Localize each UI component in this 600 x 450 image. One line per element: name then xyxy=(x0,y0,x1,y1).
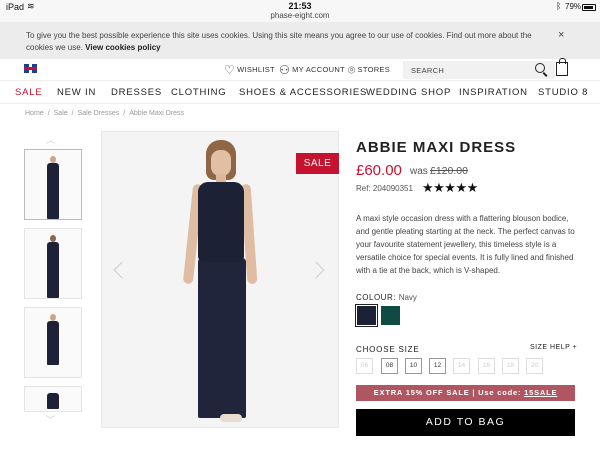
thumbnail-1[interactable] xyxy=(24,149,82,220)
colour-swatch-green[interactable] xyxy=(381,306,400,325)
stores-label: STORES xyxy=(357,65,391,74)
cookie-policy-link[interactable]: View cookies policy xyxy=(85,43,160,52)
size-option-12[interactable]: 12 xyxy=(429,358,446,374)
breadcrumb-sale[interactable]: Sale xyxy=(54,110,68,117)
thumbnail-3[interactable] xyxy=(24,307,82,378)
thumbnails-down-icon[interactable]: ﹀ xyxy=(46,413,55,426)
address-bar-url[interactable]: phase-eight.com xyxy=(0,11,600,20)
uk-flag-icon[interactable] xyxy=(24,64,37,73)
wishlist-link[interactable]: ♡ WISHLIST xyxy=(224,63,275,77)
my-account-link[interactable]: ⚇ MY ACCOUNT xyxy=(279,63,345,77)
thumbnail-image xyxy=(46,314,60,365)
model-photo xyxy=(182,140,264,427)
stores-link[interactable]: ⌾ STORES xyxy=(348,63,390,78)
next-image-icon[interactable] xyxy=(307,261,325,279)
nav-item-sale[interactable]: SALE xyxy=(15,87,43,98)
sale-price: £60.00 xyxy=(356,162,402,179)
cookie-banner: To give you the best possible experience… xyxy=(0,22,600,59)
size-option-08[interactable]: 08 xyxy=(381,358,398,374)
size-option-16: 16 xyxy=(478,358,495,374)
cookie-message: To give you the best possible experience… xyxy=(26,30,546,54)
product-title: ABBIE MAXI DRESS xyxy=(356,139,517,156)
thumbnail-image xyxy=(46,156,60,219)
promo-text: EXTRA 15% OFF SALE | Use code: xyxy=(373,388,525,397)
nav-item-new-in[interactable]: NEW IN xyxy=(57,87,96,98)
main-nav: SALE NEW IN DRESSES CLOTHING SHOES & ACC… xyxy=(0,82,600,104)
selected-colour-name: Navy xyxy=(398,293,417,302)
nav-item-clothing[interactable]: CLOTHING xyxy=(171,87,227,98)
nav-item-wedding-shop[interactable]: WEDDING SHOP xyxy=(366,87,451,98)
rating-stars-icon[interactable]: ★★★★★ xyxy=(422,180,478,196)
ios-status-bar: iPad ≋ 21:53 phase-eight.com ᛒ 79% xyxy=(0,0,600,22)
size-option-18: 18 xyxy=(502,358,519,374)
my-account-label: MY ACCOUNT xyxy=(292,65,345,74)
sale-badge: SALE xyxy=(296,153,339,174)
user-icon: ⚇ xyxy=(279,63,291,77)
thumbnail-image xyxy=(46,235,60,298)
size-option-06: 06 xyxy=(356,358,373,374)
battery-icon xyxy=(582,4,596,11)
product-description: A maxi style occasion dress with a flatt… xyxy=(356,214,575,275)
previous-image-icon[interactable] xyxy=(113,261,131,279)
was-label: was xyxy=(410,166,428,177)
thumbnail-2[interactable] xyxy=(24,228,82,299)
size-help-link[interactable]: SIZE HELP + xyxy=(530,344,577,351)
breadcrumb-sale-dresses[interactable]: Sale Dresses xyxy=(78,110,120,117)
utility-bar: ♡ WISHLIST ⚇ MY ACCOUNT ⌾ STORES SEARCH xyxy=(0,58,600,81)
rating-stars-text: ★★★★★ xyxy=(422,180,478,195)
size-option-10[interactable]: 10 xyxy=(405,358,422,374)
breadcrumb-current: Abbie Maxi Dress xyxy=(129,110,185,117)
nav-item-inspiration[interactable]: INSPIRATION xyxy=(459,87,528,98)
thumbnails-up-icon[interactable]: ︿ xyxy=(46,133,55,146)
battery-percentage: 79% xyxy=(565,2,582,11)
bluetooth-icon: ᛒ xyxy=(556,1,562,11)
add-to-bag-button[interactable]: ADD TO BAG xyxy=(356,409,575,436)
breadcrumb-home[interactable]: Home xyxy=(25,110,44,117)
product-main-image[interactable] xyxy=(101,131,339,428)
size-option-14: 14 xyxy=(453,358,470,374)
plus-icon: + xyxy=(572,344,578,351)
promo-banner: EXTRA 15% OFF SALE | Use code: 15SALE xyxy=(356,385,575,401)
colour-swatch-navy[interactable] xyxy=(355,304,378,327)
close-icon[interactable]: × xyxy=(558,29,564,41)
heart-icon: ♡ xyxy=(224,63,236,77)
size-help-label: SIZE HELP xyxy=(530,344,571,351)
breadcrumb: Home / Sale / Sale Dresses / Abbie Maxi Dress xyxy=(25,110,185,117)
nav-item-studio-8[interactable]: STUDIO 8 xyxy=(538,87,588,98)
colour-label-text: COLOUR: xyxy=(356,293,396,302)
search-icon[interactable] xyxy=(535,63,545,73)
choose-size-label: CHOOSE SIZE xyxy=(356,345,420,354)
colour-label: COLOUR: Navy xyxy=(356,293,417,302)
nav-item-dresses[interactable]: DRESSES xyxy=(111,87,162,98)
thumbnail-4[interactable] xyxy=(24,386,82,412)
thumbnail-image xyxy=(46,393,60,409)
search-placeholder: SEARCH xyxy=(411,66,445,75)
nav-item-shoes-accessories[interactable]: SHOES & ACCESSORIES xyxy=(239,87,367,98)
clock: 21:53 xyxy=(288,1,312,11)
search-input[interactable]: SEARCH xyxy=(403,61,555,79)
wishlist-label: WISHLIST xyxy=(237,65,275,74)
size-option-20: 20 xyxy=(526,358,543,374)
promo-code: 15SALE xyxy=(524,388,558,397)
original-price: £120.00 xyxy=(430,165,468,177)
product-ref: Ref: 204090351 xyxy=(356,184,413,193)
shopping-bag-icon[interactable] xyxy=(556,58,568,76)
map-pin-icon: ⌾ xyxy=(348,63,356,77)
